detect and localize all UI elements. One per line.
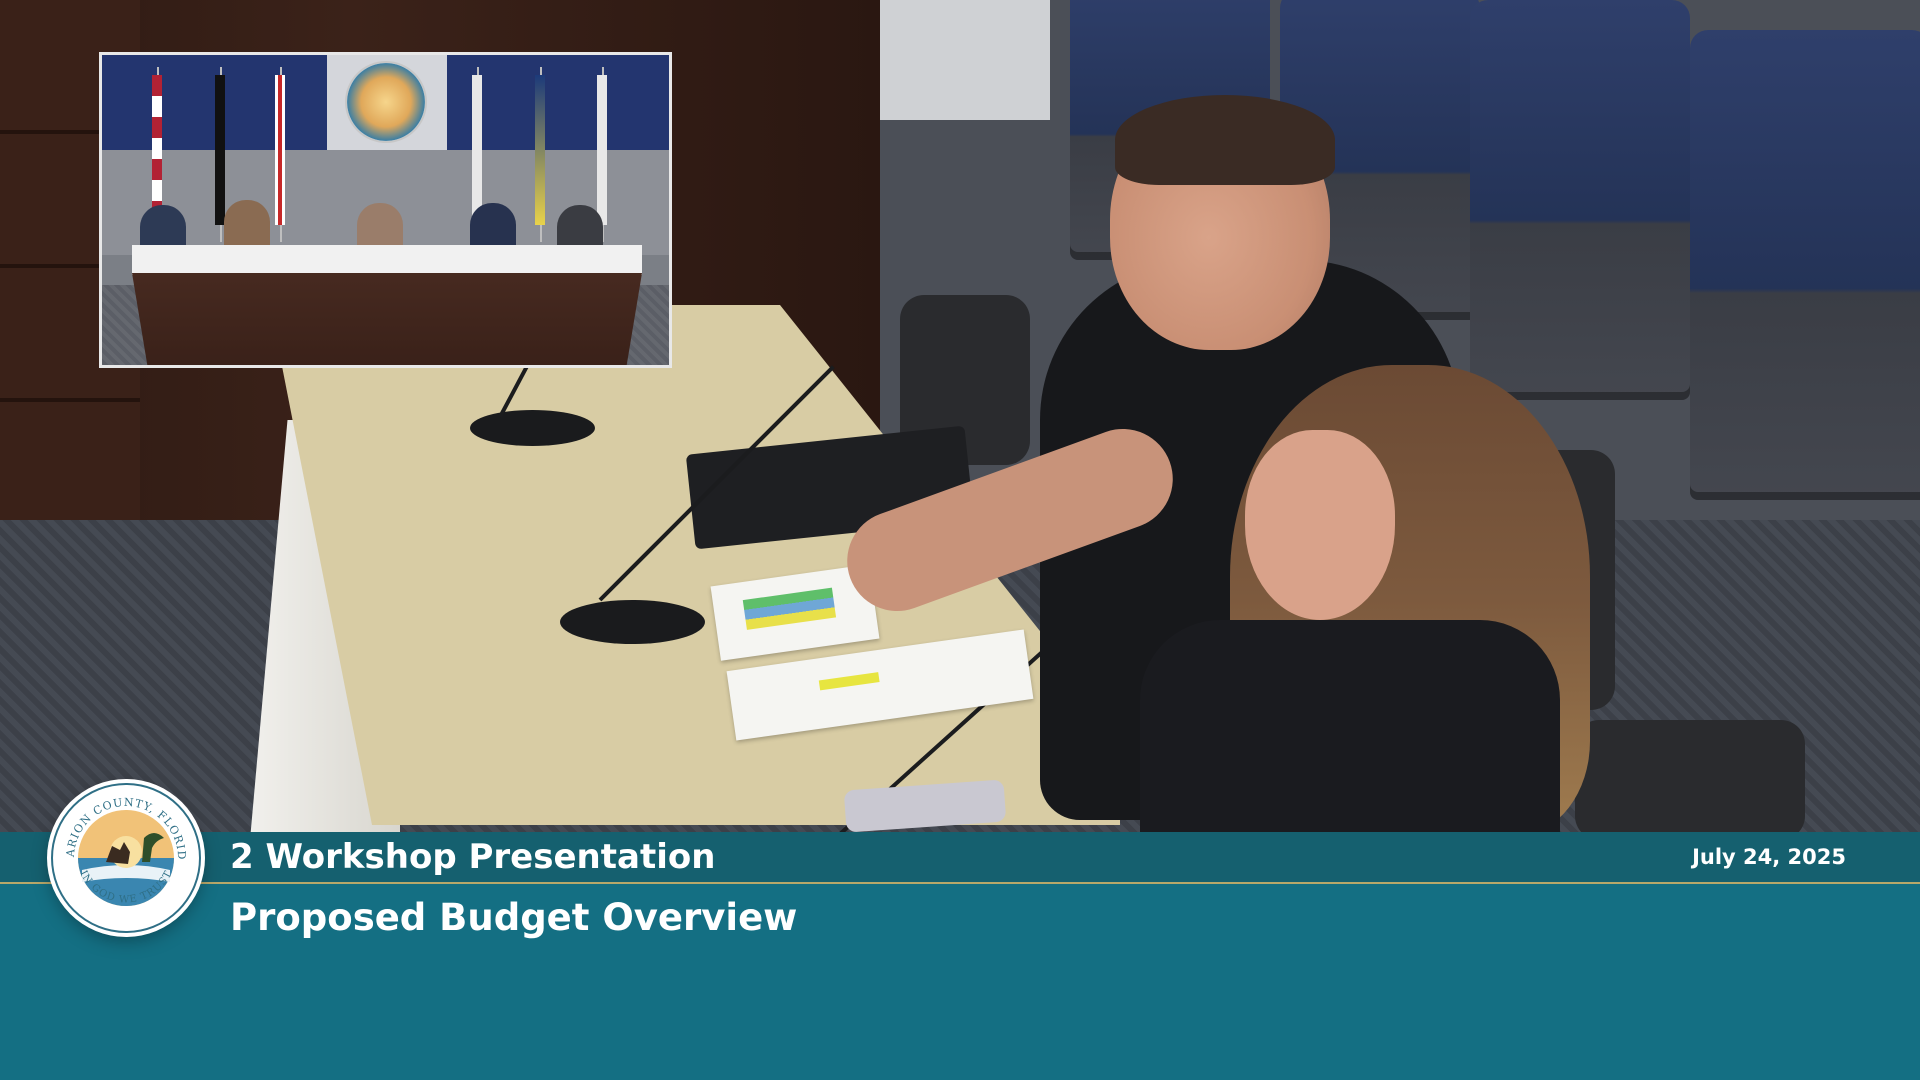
meeting-date: July 24, 2025 bbox=[1692, 845, 1846, 869]
microphone-base bbox=[560, 600, 705, 644]
flag-icon bbox=[275, 75, 285, 225]
flag-icon bbox=[535, 75, 545, 225]
dais-top bbox=[132, 245, 642, 275]
lower-third-banner: 2 Workshop Presentation July 24, 2025 Pr… bbox=[0, 832, 1920, 1080]
video-frame: 2 Workshop Presentation July 24, 2025 Pr… bbox=[0, 0, 1920, 1080]
audience-seat bbox=[1470, 0, 1690, 400]
flag-icon bbox=[215, 75, 225, 225]
pip-seal-icon bbox=[347, 63, 425, 141]
agenda-item-subtitle: Proposed Budget Overview bbox=[230, 896, 798, 939]
presenter-woman-face bbox=[1245, 430, 1395, 620]
back-wall bbox=[850, 0, 1050, 120]
flag-icon bbox=[152, 75, 162, 225]
flag-icon bbox=[472, 75, 482, 225]
agenda-item-title: 2 Workshop Presentation bbox=[230, 837, 716, 877]
county-seal-icon: MARION COUNTY, FLORIDA IN GOD WE TRUST bbox=[50, 782, 202, 934]
presenter-woman bbox=[1140, 620, 1560, 860]
flag-icon bbox=[597, 75, 607, 225]
chair bbox=[1575, 720, 1805, 840]
pip-commission-view bbox=[99, 52, 672, 368]
audience-seat bbox=[1690, 30, 1920, 500]
presenter-man-hair bbox=[1115, 95, 1335, 185]
microphone-base bbox=[470, 410, 595, 446]
